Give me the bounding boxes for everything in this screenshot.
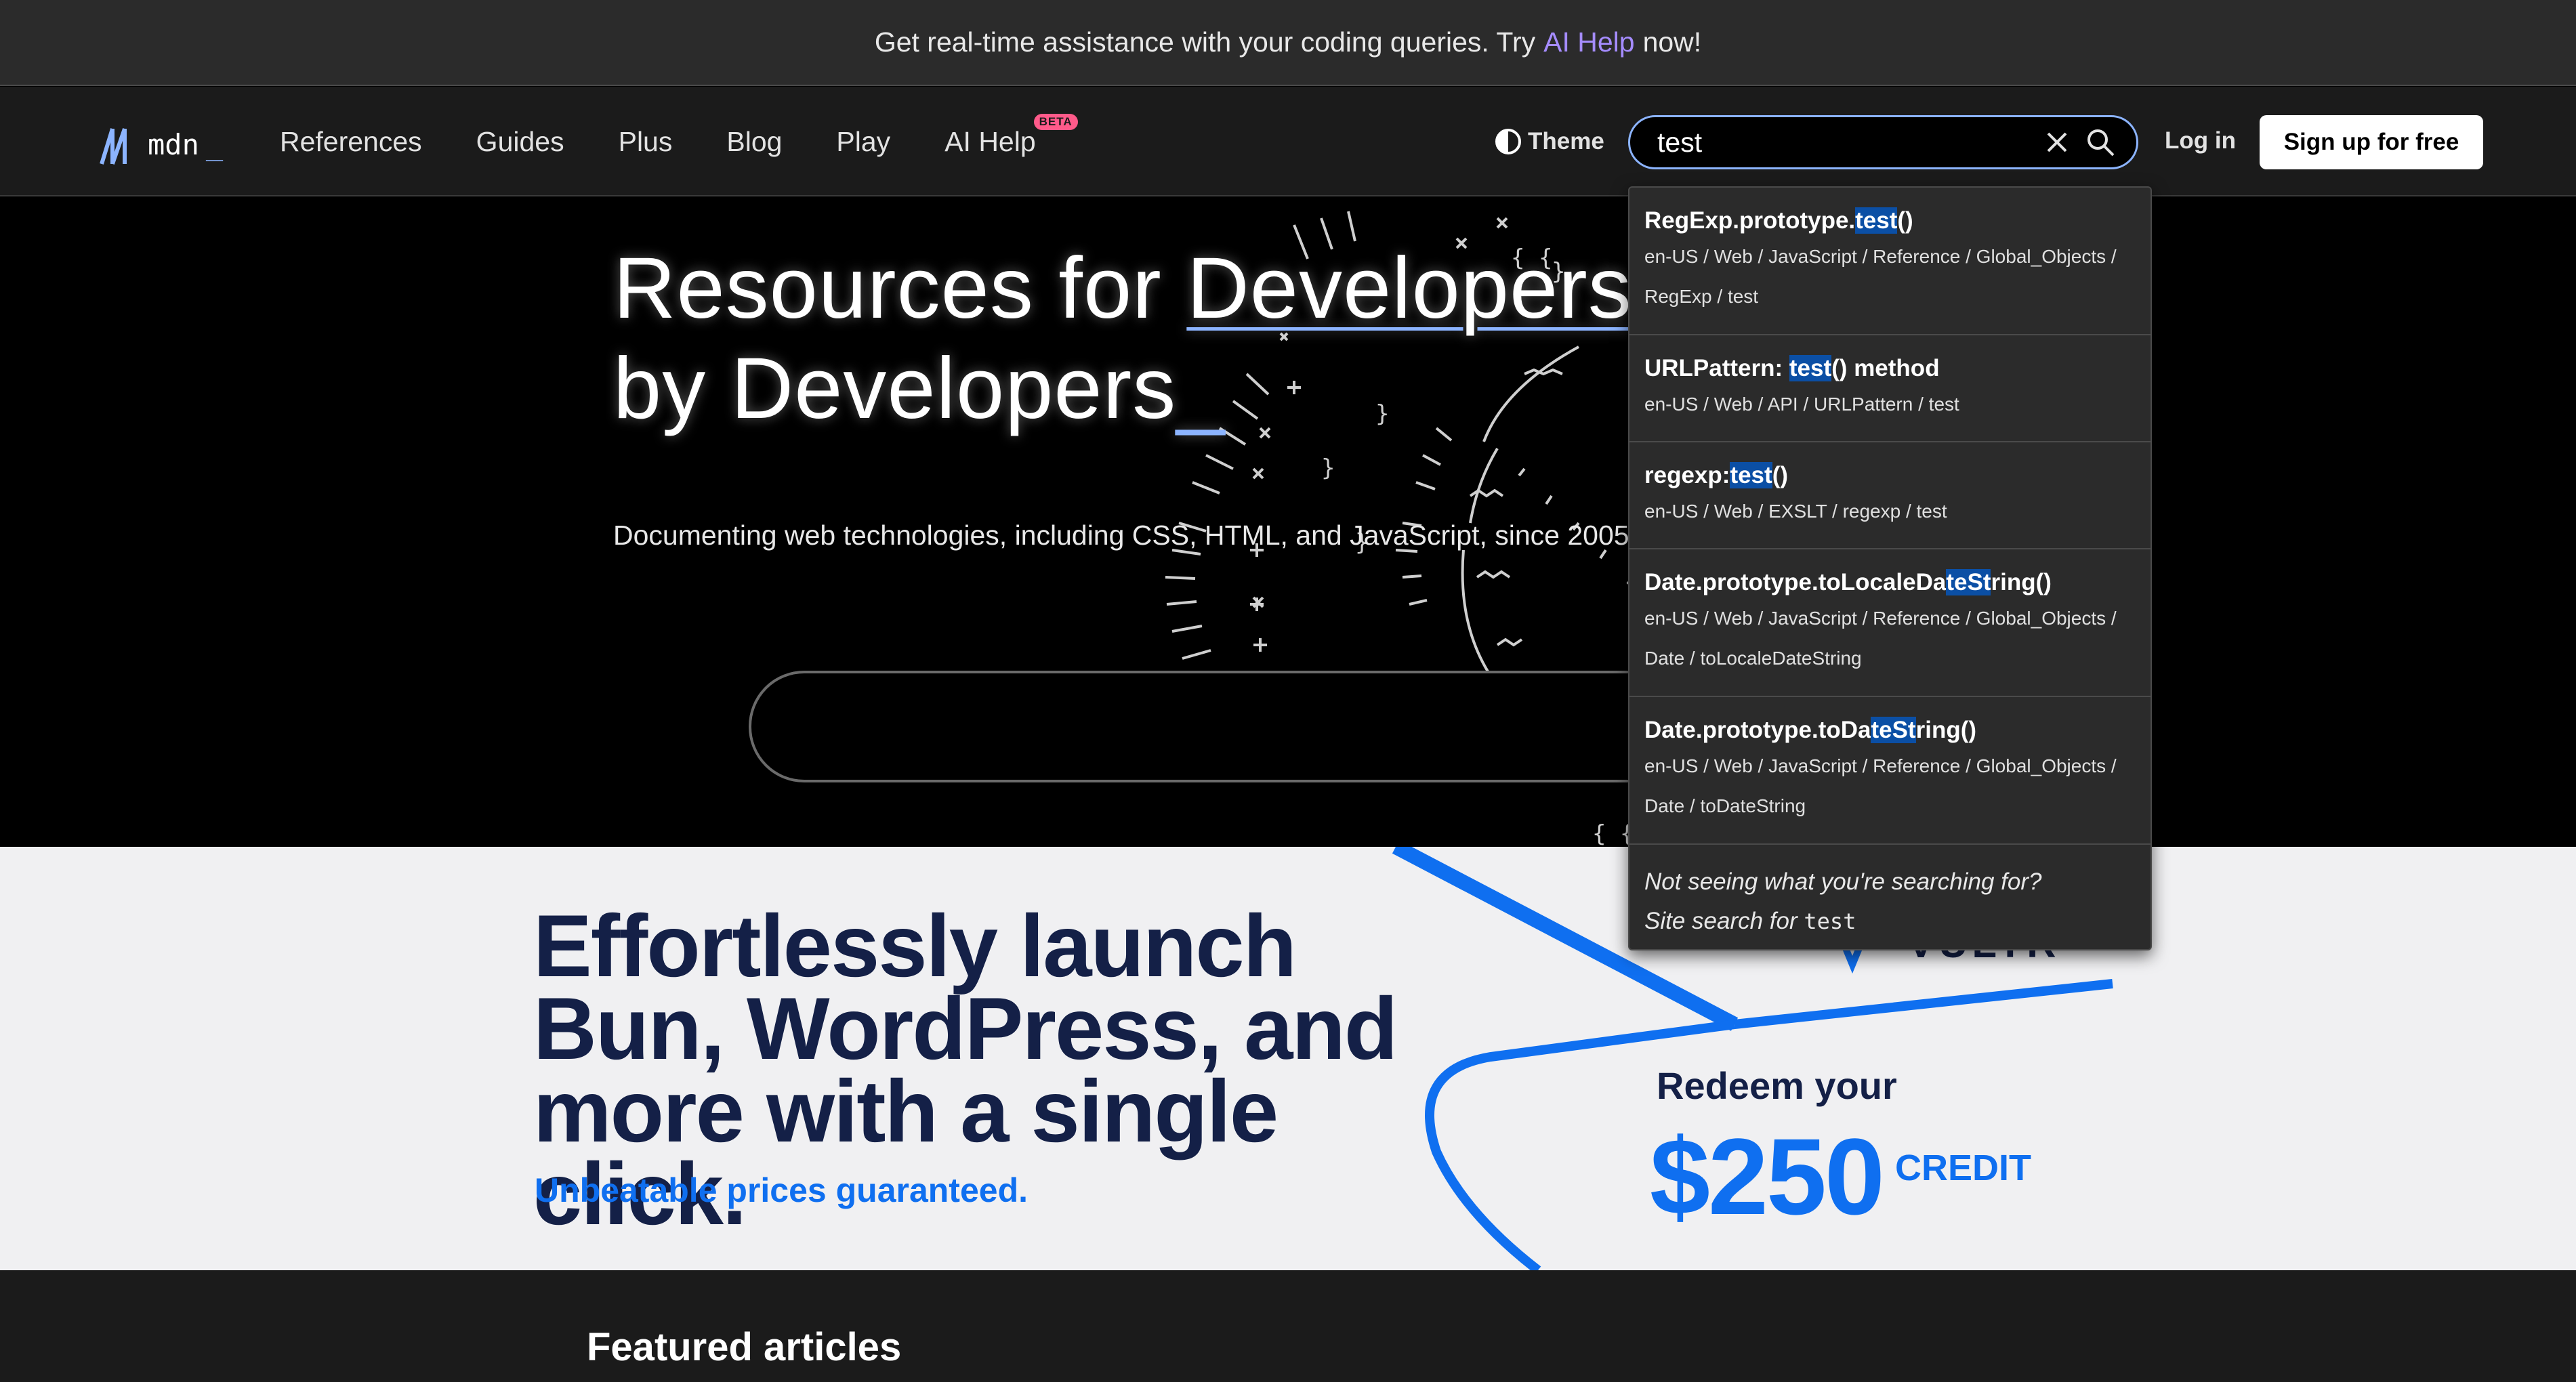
nav-references[interactable]: References	[280, 126, 422, 158]
search-result-title: Date.prototype.toDateString()	[1644, 717, 1977, 743]
signup-button[interactable]: Sign up for free	[2260, 115, 2483, 169]
search-result[interactable]: Date.prototype.toDateString() en-US / We…	[1629, 697, 2151, 845]
theme-switcher-button[interactable]: Theme	[1495, 124, 1604, 159]
nav-guides[interactable]: Guides	[476, 126, 564, 158]
search-result-title: RegExp.prototype.test()	[1644, 207, 1913, 234]
site-search-query: test	[1804, 908, 1856, 934]
not-seeing-text: Not seeing what you're searching for?	[1644, 868, 2042, 895]
theme-label: Theme	[1528, 128, 1604, 154]
ad-tagline: Unbeatable prices guaranteed.	[535, 1171, 1029, 1209]
search-result-path: en-US / Web / EXSLT / regexp / test	[1644, 501, 1947, 522]
search-result-title: URLPattern: test() method	[1644, 355, 1940, 381]
hero-section: { { } } } } { { { Resources for Develope…	[0, 198, 2576, 847]
ad-credit-label: CREDIT	[1895, 1148, 2031, 1188]
featured-articles-title: Featured articles	[587, 1325, 902, 1369]
search-result[interactable]: RegExp.prototype.test() en-US / Web / Ja…	[1629, 188, 2151, 335]
main-menu: References Guides Plus Blog Play AI Help…	[280, 87, 1078, 196]
search-result-title: Date.prototype.toLocaleDateString()	[1644, 569, 2052, 595]
site-search-link[interactable]: Site search for test	[1644, 902, 2136, 941]
hero-title-cursor: _	[1176, 340, 1226, 437]
nav-ai-help[interactable]: AI Help BETA	[944, 113, 1078, 158]
hero-title-line2: by Developers	[613, 340, 1177, 437]
advertisement[interactable]: VULTR Effortlessly launch Bun, WordPress…	[0, 847, 2576, 1270]
mdn-logo[interactable]: mdn _	[99, 122, 223, 165]
nav-plus[interactable]: Plus	[619, 126, 673, 158]
beta-badge: BETA	[1033, 113, 1078, 130]
search-result-title: regexp:test()	[1644, 462, 1788, 488]
banner-ai-help-link[interactable]: AI Help	[1543, 26, 1634, 58]
search-result-path: en-US / Web / JavaScript / Reference / G…	[1644, 246, 2117, 307]
search-result[interactable]: Date.prototype.toLocaleDateString() en-U…	[1629, 549, 2151, 697]
hero-search-field[interactable]	[749, 671, 1697, 782]
search-icon[interactable]	[2085, 127, 2116, 158]
search-result-path: en-US / Web / JavaScript / Reference / G…	[1644, 608, 2117, 669]
search-result-path: en-US / Web / API / URLPattern / test	[1644, 394, 1959, 415]
nav-play[interactable]: Play	[836, 126, 890, 158]
search-autocomplete-dropdown: RegExp.prototype.test() en-US / Web / Ja…	[1628, 186, 2152, 950]
login-button[interactable]: Log in	[2165, 127, 2236, 154]
theme-icon	[1495, 129, 1521, 154]
close-icon[interactable]	[2041, 127, 2073, 158]
ad-credit-amount: $250	[1650, 1116, 1885, 1237]
search-result[interactable]: URLPattern: test() method en-US / Web / …	[1629, 335, 2151, 442]
nav-blog[interactable]: Blog	[726, 126, 782, 158]
logo-cursor: _	[205, 128, 224, 161]
ad-redeem-label: Redeem your	[1657, 1064, 1897, 1107]
hero-title-underlined: Developers	[1186, 240, 1632, 337]
svg-text:}: }	[1321, 455, 1335, 482]
search-input[interactable]	[1657, 126, 2029, 159]
banner-text-end: now!	[1642, 26, 1702, 58]
hero-title: Resources for Developers, by Developers_	[613, 238, 1697, 439]
mdn-logo-icon	[100, 128, 127, 165]
announcement-banner: Get real-time assistance with your codin…	[0, 0, 2576, 86]
nav-ai-help-label: AI Help	[944, 125, 1036, 157]
featured-section: Featured articles	[0, 1270, 2576, 1382]
logo-text: mdn	[148, 128, 199, 161]
banner-text: Get real-time assistance with your codin…	[874, 26, 1536, 58]
hero-title-pre: Resources for	[613, 240, 1187, 337]
search-result[interactable]: regexp:test() en-US / Web / EXSLT / rege…	[1629, 442, 2151, 549]
search-box	[1628, 115, 2138, 169]
search-result-path: en-US / Web / JavaScript / Reference / G…	[1644, 755, 2117, 816]
hero-subtitle: Documenting web technologies, including …	[613, 520, 1629, 551]
top-nav: mdn _ References Guides Plus Blog Play A…	[0, 87, 2576, 196]
search-fallback: Not seeing what you're searching for? Si…	[1629, 845, 2151, 941]
